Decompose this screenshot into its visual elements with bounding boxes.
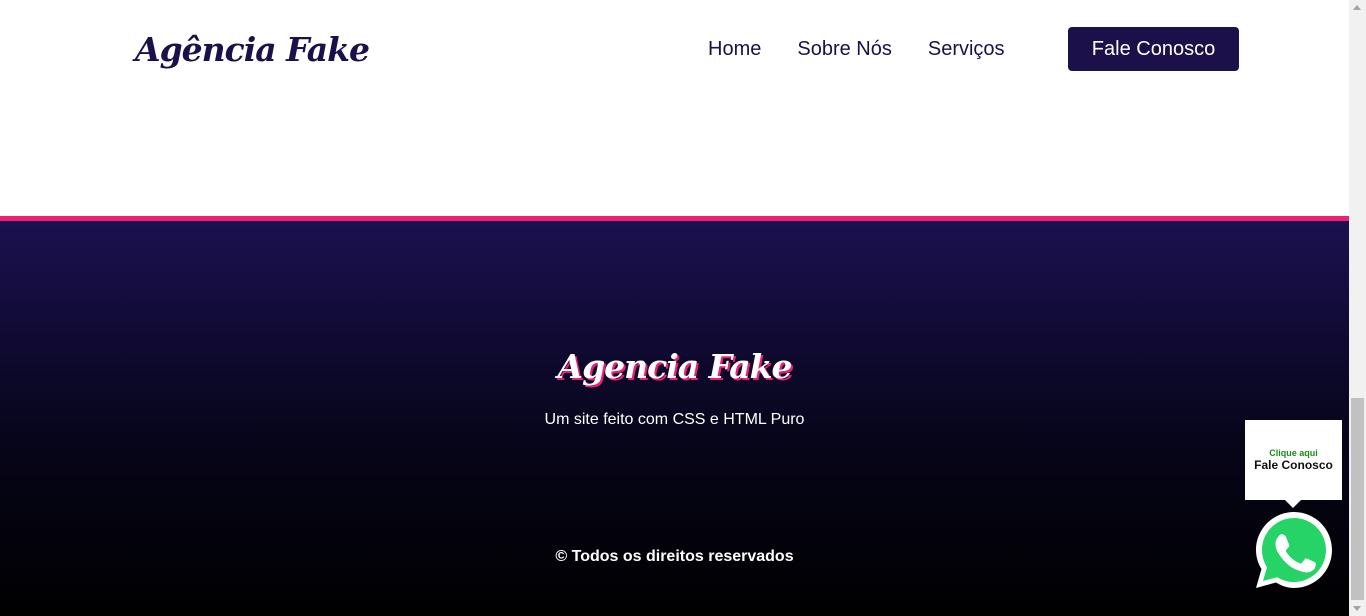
nav-link-about[interactable]: Sobre Nós — [797, 38, 892, 61]
footer-copyright: © Todos os direitos reservados — [555, 548, 794, 565]
whatsapp-icon — [1256, 512, 1332, 588]
whatsapp-button[interactable] — [1252, 508, 1336, 592]
footer-logo: Agencia Fake — [557, 347, 792, 386]
scroll-down-arrow-icon[interactable] — [1353, 606, 1361, 611]
whatsapp-callout-label: Fale Conosco — [1254, 458, 1333, 472]
site-header: Agência Fake Home Sobre Nós Serviços Fal… — [0, 0, 1349, 216]
whatsapp-callout[interactable]: Clique aqui Fale Conosco — [1245, 420, 1342, 508]
nav-link-home[interactable]: Home — [708, 38, 761, 61]
footer-description: Um site feito com CSS e HTML Puro — [544, 411, 805, 428]
header-logo[interactable]: Agência Fake — [135, 30, 370, 69]
vertical-scrollbar[interactable] — [1349, 0, 1366, 616]
main-nav: Home Sobre Nós Serviços — [708, 38, 1005, 61]
scroll-up-arrow-icon[interactable] — [1353, 5, 1361, 10]
contact-button[interactable]: Fale Conosco — [1068, 27, 1239, 71]
whatsapp-callout-small-label: Clique aqui — [1269, 448, 1318, 458]
page: Agência Fake Home Sobre Nós Serviços Fal… — [0, 0, 1349, 616]
nav-link-services[interactable]: Serviços — [928, 38, 1005, 61]
scrollbar-thumb[interactable] — [1351, 398, 1364, 600]
site-footer: Agencia Fake Um site feito com CSS e HTM… — [0, 216, 1349, 616]
